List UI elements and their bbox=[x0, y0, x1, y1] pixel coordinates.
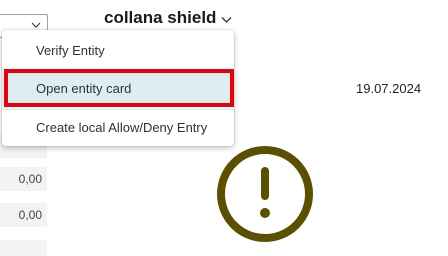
amount-cell bbox=[0, 240, 47, 256]
menu-item-create-allow-deny-entry[interactable]: Create local Allow/Deny Entry bbox=[2, 109, 234, 145]
page: collana shield 19.07.2024 0,00 0,00 Veri… bbox=[0, 0, 448, 256]
entity-title-dropdown[interactable]: collana shield bbox=[104, 6, 233, 30]
exclamation-circle-icon bbox=[217, 146, 313, 242]
context-menu: Verify Entity Open entity card Create lo… bbox=[2, 30, 234, 146]
page-title: collana shield bbox=[104, 8, 217, 27]
amount-cell: 0,00 bbox=[0, 167, 47, 191]
date-value: 19.07.2024 bbox=[356, 81, 422, 96]
chevron-down-icon[interactable] bbox=[220, 13, 233, 26]
menu-item-verify-entity[interactable]: Verify Entity bbox=[2, 32, 234, 68]
menu-item-open-entity-card[interactable]: Open entity card bbox=[2, 70, 234, 106]
amount-cell: 0,00 bbox=[0, 203, 47, 227]
